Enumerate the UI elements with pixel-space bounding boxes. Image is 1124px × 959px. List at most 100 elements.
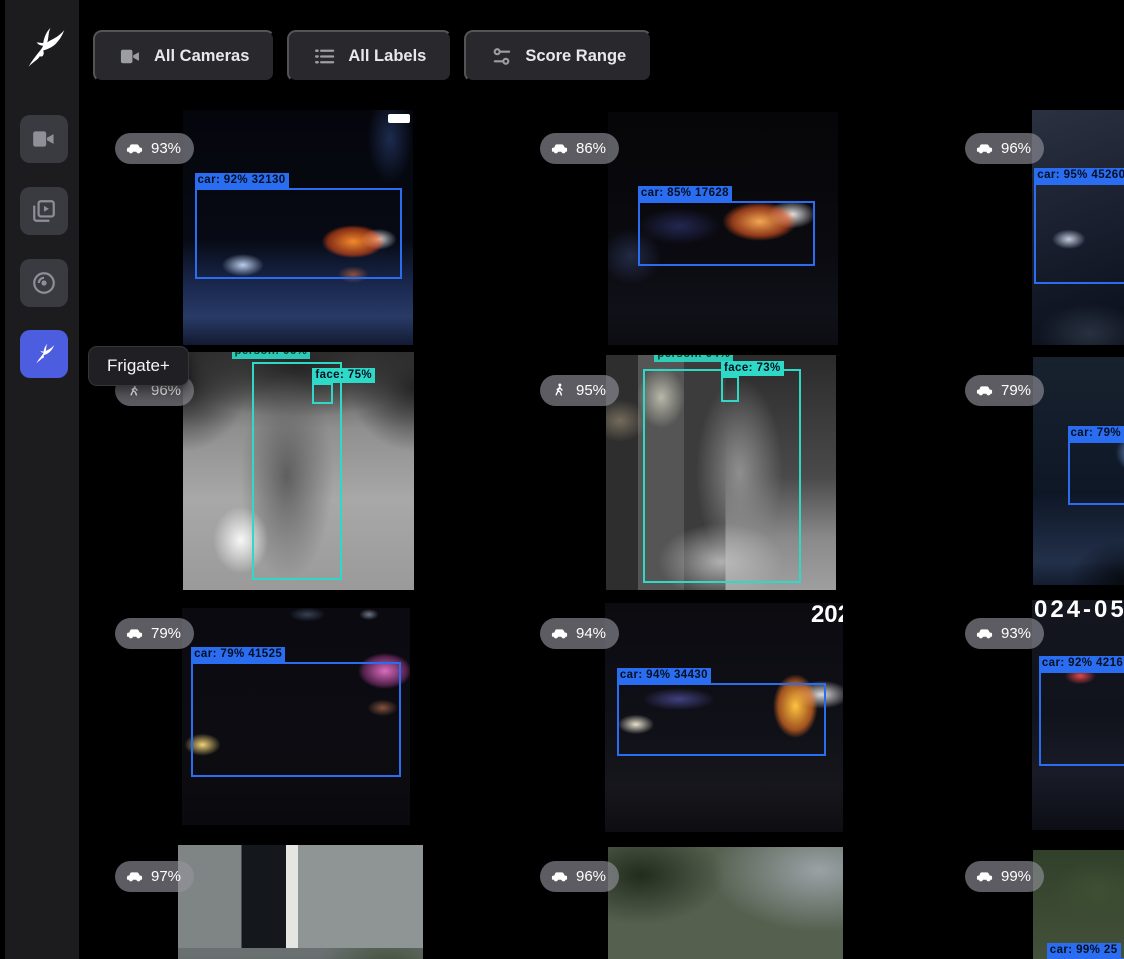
face-box — [312, 383, 333, 404]
thumbnail[interactable]: face: 73% person: 94% — [606, 355, 836, 590]
detection-card[interactable]: car: 95% 45260 96% — [953, 110, 1124, 352]
list-icon — [313, 45, 336, 68]
score-badge-label: 93% — [151, 140, 181, 157]
score-badge: 99% — [965, 861, 1044, 892]
score-badge-label: 99% — [1001, 868, 1031, 885]
detection-box — [1068, 441, 1124, 505]
detection-card[interactable]: car: 92% 4216 024-05 0 93% — [953, 595, 1124, 837]
car-icon — [976, 868, 993, 885]
detection-label: car: 95% 45260 — [1034, 168, 1124, 183]
all-cameras-button[interactable]: All Cameras — [93, 30, 275, 82]
thumbnail[interactable]: car: 85% 17628 — [608, 112, 838, 345]
score-badge: 96% — [540, 861, 619, 892]
clipped-label-fragment: person: 94% — [654, 355, 733, 362]
score-range-button[interactable]: Score Range — [464, 30, 652, 82]
face-label: face: 75% — [312, 368, 375, 383]
detection-card[interactable]: car: 92% 32130 93% — [103, 110, 528, 352]
score-badge: 94% — [540, 618, 619, 649]
score-badge: 86% — [540, 133, 619, 164]
detection-card[interactable]: face: 75% person: 96% 96% — [103, 352, 528, 594]
all-labels-label: All Labels — [348, 47, 426, 66]
detection-box — [638, 201, 815, 266]
detection-box — [1039, 671, 1124, 765]
score-badge-label: 94% — [576, 625, 606, 642]
car-icon — [126, 868, 143, 885]
sidebar-item-cameras[interactable] — [20, 115, 68, 163]
sliders-icon — [490, 45, 513, 68]
face-box — [721, 376, 739, 402]
disc-icon — [31, 270, 57, 296]
car-icon — [976, 382, 993, 399]
car-icon — [551, 140, 568, 157]
score-badge-label: 96% — [1001, 140, 1031, 157]
detection-box — [617, 683, 826, 756]
detection-card[interactable]: car: 79% 79% — [953, 352, 1124, 594]
frigate-bird-icon — [31, 341, 57, 367]
face-label: face: 73% — [721, 361, 784, 376]
thumbnail[interactable]: face: 75% person: 96% — [183, 352, 414, 590]
score-badge: 93% — [965, 618, 1044, 649]
score-badge: 93% — [115, 133, 194, 164]
detection-card[interactable]: car: 99% 25 99% — [953, 838, 1124, 959]
score-badge-label: 97% — [151, 868, 181, 885]
person-icon — [551, 382, 568, 399]
sidebar — [5, 0, 79, 959]
filter-toolbar: All Cameras All Labels Score Range — [93, 30, 652, 82]
explore-main: All Cameras All Labels Score Range car: … — [79, 0, 1124, 959]
detection-card[interactable]: car: 96% 29493 96% — [528, 838, 953, 959]
car-icon — [551, 625, 568, 642]
thumbnail[interactable]: car: 79% — [1033, 357, 1124, 585]
all-labels-button[interactable]: All Labels — [287, 30, 452, 82]
score-badge: 96% — [965, 133, 1044, 164]
frigate-plus-tooltip: Frigate+ — [88, 346, 189, 386]
detection-label: car: 79% 41525 — [191, 647, 285, 662]
score-badge: 79% — [115, 618, 194, 649]
video-camera-icon — [119, 45, 142, 68]
thumbnail[interactable]: car: 94% 34430 202 — [605, 603, 843, 832]
detection-card[interactable]: car: 85% 17628 86% — [528, 110, 953, 352]
video-camera-icon — [31, 126, 57, 152]
detection-card[interactable]: car: 94% 34430 202 94% — [528, 595, 953, 837]
detection-box — [195, 188, 402, 280]
detection-card[interactable]: car: 79% 41525 79% — [103, 595, 528, 837]
thumbnail[interactable]: car: 99% 25 — [1033, 850, 1124, 959]
car-icon — [126, 140, 143, 157]
all-cameras-label: All Cameras — [154, 47, 249, 66]
car-icon — [976, 625, 993, 642]
sidebar-item-exports[interactable] — [20, 259, 68, 307]
score-badge: 79% — [965, 375, 1044, 406]
detection-box — [1034, 183, 1124, 284]
detection-label: car: 92% 32130 — [195, 173, 289, 188]
thumbnail[interactable]: car: 97% 40432 — [178, 845, 423, 959]
frigate-bird-icon — [18, 22, 70, 74]
thumbnail[interactable]: car: 79% 41525 — [182, 608, 410, 825]
clipped-label-fragment: person: 96% — [232, 352, 311, 359]
camera-timestamp-fragment: 024-05 0 — [1034, 600, 1124, 624]
thumbnail[interactable]: car: 92% 32130 — [183, 110, 413, 345]
detection-label: car: 99% 25 — [1047, 943, 1121, 958]
score-badge-label: 95% — [576, 382, 606, 399]
thumbnail[interactable]: car: 95% 45260 — [1032, 110, 1124, 345]
score-badge: 97% — [115, 861, 194, 892]
sidebar-item-frigate-plus[interactable] — [20, 330, 68, 378]
thumbnail[interactable]: car: 96% 29493 — [608, 847, 843, 959]
frigate-logo — [18, 22, 70, 80]
score-badge-label: 86% — [576, 140, 606, 157]
score-badge-label: 79% — [1001, 382, 1031, 399]
detection-label: car: 94% 34430 — [617, 668, 711, 683]
thumbnail[interactable]: car: 92% 4216 024-05 0 — [1032, 600, 1124, 830]
score-badge-label: 79% — [151, 625, 181, 642]
detection-label: car: 85% 17628 — [638, 186, 732, 201]
car-icon — [126, 625, 143, 642]
car-icon — [551, 868, 568, 885]
review-play-icon — [31, 198, 57, 224]
score-badge-label: 93% — [1001, 625, 1031, 642]
sidebar-item-review[interactable] — [20, 187, 68, 235]
score-badge: 95% — [540, 375, 619, 406]
tooltip-label: Frigate+ — [107, 356, 170, 375]
detection-card[interactable]: face: 73% person: 94% 95% — [528, 352, 953, 594]
car-icon — [976, 140, 993, 157]
detection-label: car: 92% 4216 — [1039, 656, 1124, 671]
detection-card[interactable]: car: 97% 40432 97% — [103, 838, 528, 959]
detection-label: car: 79% — [1068, 426, 1124, 441]
